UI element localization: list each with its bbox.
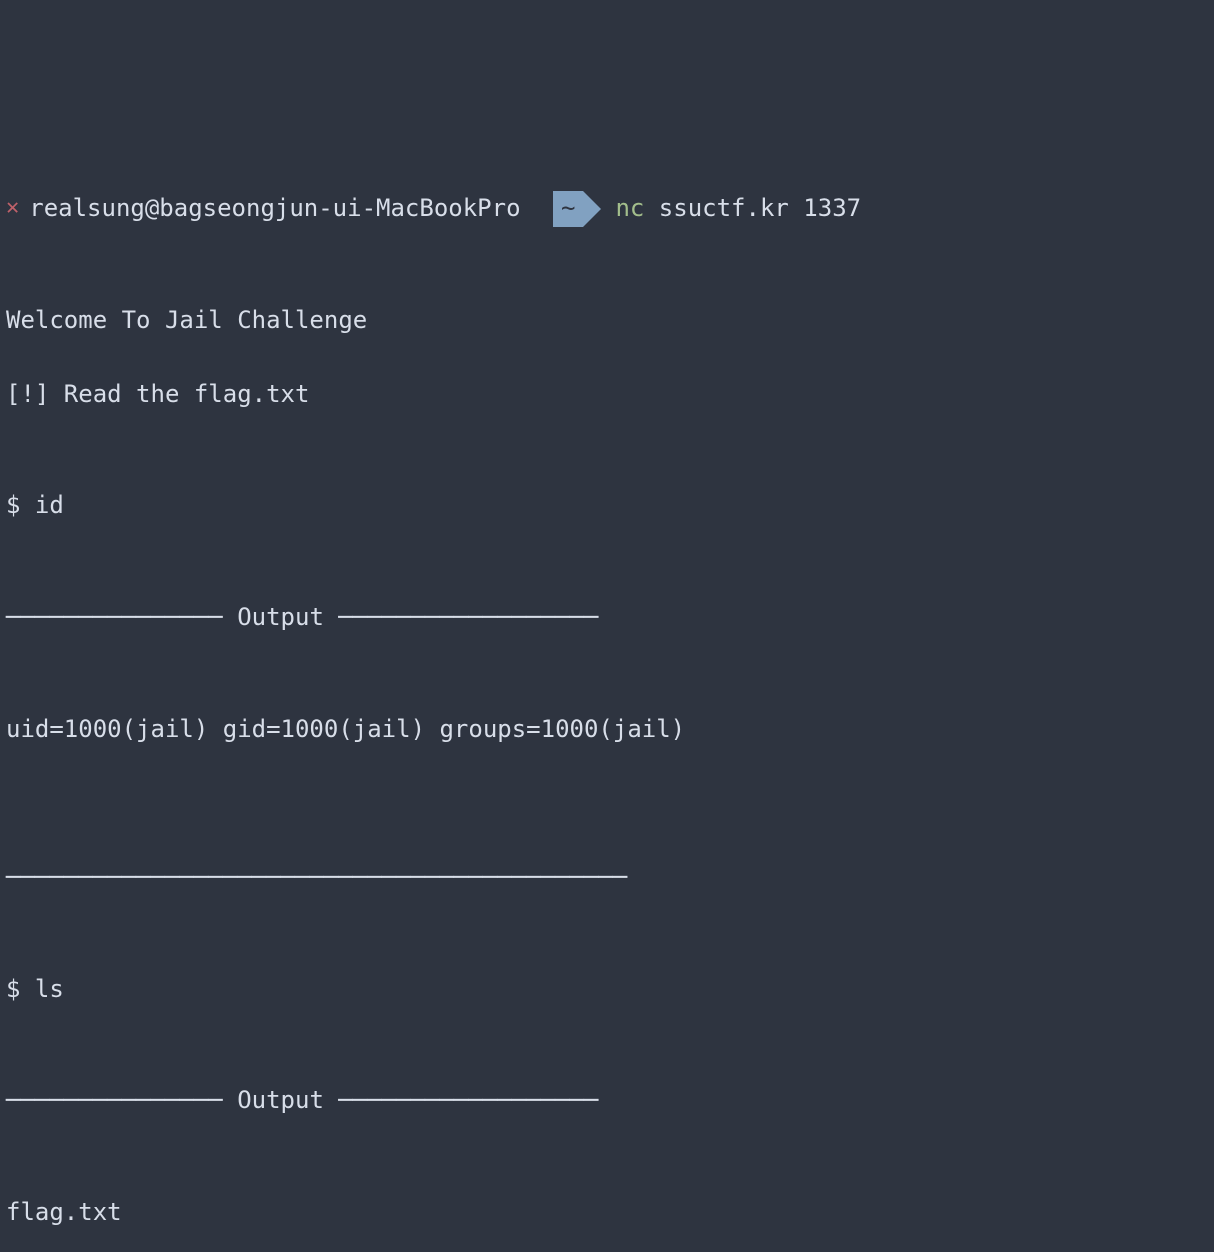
dash-right: ────────────────── [338,599,598,636]
close-icon: ✕ [6,191,19,225]
hint-line: [!] Read the flag.txt [6,376,1208,413]
output-separator-top: ─────────────── Output ─────────────────… [6,1082,1208,1119]
welcome-line: Welcome To Jail Challenge [6,302,1208,339]
command-args[interactable]: ssuctf.kr 1337 [659,190,861,227]
dash-left: ─────────────── [6,599,223,636]
dash-left: ─────────────── [6,1082,223,1119]
chevron-right-icon [583,191,601,227]
prompt-spacer [521,190,535,227]
cwd-segment: ~ [553,191,583,227]
cwd-text: ~ [561,190,575,227]
typed-command[interactable]: ls [35,975,64,1003]
dash-right: ────────────────── [338,1082,598,1119]
chevron-right-icon [535,191,553,227]
command-name[interactable]: nc [615,190,644,227]
cmd-line-1[interactable]: $ id [6,487,1208,524]
cmd-space [644,190,658,227]
ps1: $ [6,491,35,519]
ls-output-line: flag.txt [6,1194,1208,1231]
typed-command[interactable]: id [35,491,64,519]
prompt-arrow-segment: ~ [535,191,601,227]
output-id: uid=1000(jail) gid=1000(jail) groups=100… [6,711,1208,748]
output-separator-top: ─────────────── Output ─────────────────… [6,599,1208,636]
shell-prompt-line: ✕ realsung@bagseongjun-ui-MacBookPro ~ n… [6,190,1208,227]
ps1: $ [6,975,35,1003]
cmd-line-2[interactable]: $ ls [6,971,1208,1008]
output-label: Output [223,1082,339,1119]
output-separator-bottom: ────────────────────────────────────────… [6,859,1208,896]
output-label: Output [223,599,339,636]
user-host: realsung@bagseongjun-ui-MacBookPro [29,190,520,227]
blank-line [6,785,1208,822]
